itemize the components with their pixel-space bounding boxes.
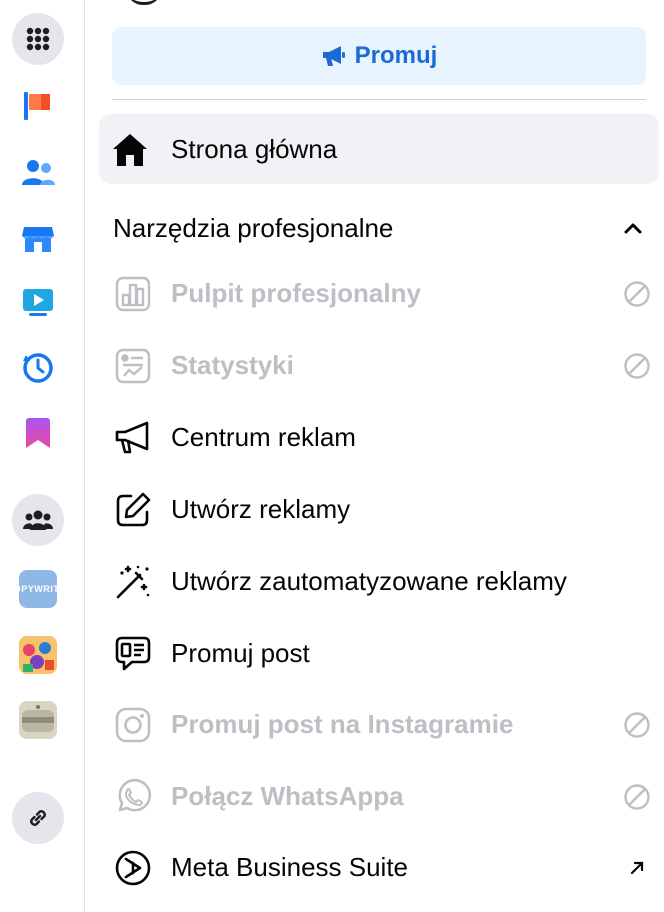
- nav-item-home-label: Strona główna: [171, 133, 338, 164]
- left-rail: OPYWRITI: [0, 0, 85, 912]
- tool-item-label: Utwórz zautomatyzowane reklamy: [171, 566, 567, 596]
- tool-item-label: Promuj post na Instagramie: [171, 709, 514, 739]
- tool-item-label: Centrum reklam: [171, 422, 356, 452]
- megaphone-icon: [322, 46, 345, 66]
- saved-icon[interactable]: [12, 407, 64, 459]
- instagram-icon: [113, 705, 153, 745]
- dashboard-icon: [113, 274, 153, 314]
- tool-item-meta-business-suite[interactable]: Meta Business Suite: [113, 840, 653, 896]
- promote-post-icon: [113, 634, 153, 674]
- memories-icon[interactable]: [12, 342, 64, 394]
- unavailable-icon: [621, 278, 653, 310]
- unavailable-icon: [621, 709, 653, 741]
- promote-button[interactable]: Promuj: [112, 27, 646, 85]
- unavailable-icon: [621, 350, 653, 382]
- tool-item-label: Promuj post: [171, 638, 310, 668]
- tool-item-connect-whatsapp[interactable]: Połącz WhatsAppa: [113, 769, 653, 825]
- shortcut-product-group[interactable]: [12, 694, 64, 746]
- edit-icon: [113, 490, 153, 530]
- section-title: Narzędzia profesjonalne: [113, 212, 394, 243]
- tool-item-create-automated-ads[interactable]: Utwórz zautomatyzowane reklamy: [113, 554, 653, 610]
- marketplace-icon[interactable]: [12, 213, 64, 265]
- promote-button-label: Promuj: [354, 42, 438, 69]
- meta-business-suite-icon: [113, 848, 153, 888]
- shortcut-copywriting-text: OPYWRITI: [19, 584, 57, 594]
- friends-icon[interactable]: [12, 147, 64, 199]
- flag-icon[interactable]: [12, 80, 64, 132]
- tool-item-promote-post[interactable]: Promuj post: [113, 626, 653, 682]
- shortcut-colorful-group[interactable]: [12, 629, 64, 681]
- tool-item-insights[interactable]: Statystyki: [113, 338, 653, 394]
- insights-icon: [113, 346, 153, 386]
- video-icon[interactable]: [12, 276, 64, 328]
- nav-item-home[interactable]: Strona główna: [99, 114, 659, 184]
- unavailable-icon: [621, 781, 653, 813]
- home-icon: [113, 134, 147, 166]
- chevron-up-icon[interactable]: [623, 221, 643, 235]
- apps-grid-icon[interactable]: [12, 13, 64, 65]
- external-link-icon: [621, 852, 653, 884]
- page-navigation-panel: Promuj Strona główna Narzędzia profesjon…: [86, 0, 664, 912]
- tool-item-create-ads[interactable]: Utwórz reklamy: [113, 482, 653, 538]
- groups-icon[interactable]: [12, 494, 64, 546]
- section-header-professional-tools[interactable]: Narzędzia profesjonalne: [113, 208, 643, 248]
- tool-item-professional-dashboard[interactable]: Pulpit profesjonalny: [113, 266, 653, 322]
- link-icon[interactable]: [12, 792, 64, 844]
- tool-item-label: Statystyki: [171, 350, 294, 380]
- tool-item-ad-center[interactable]: Centrum reklam: [113, 410, 653, 466]
- tool-item-label: Pulpit profesjonalny: [171, 278, 421, 308]
- magic-wand-icon: [113, 562, 153, 602]
- whatsapp-icon: [113, 777, 153, 817]
- tool-item-label: Meta Business Suite: [171, 852, 409, 882]
- tool-item-promote-instagram[interactable]: Promuj post na Instagramie: [113, 697, 653, 753]
- megaphone-icon: [113, 418, 153, 458]
- tool-item-label: Połącz WhatsAppa: [171, 781, 404, 811]
- tool-item-label: Utwórz reklamy: [171, 494, 351, 524]
- divider: [112, 99, 646, 100]
- top-profile-fragment: [126, 0, 162, 5]
- shortcut-copywriting[interactable]: OPYWRITI: [12, 563, 64, 615]
